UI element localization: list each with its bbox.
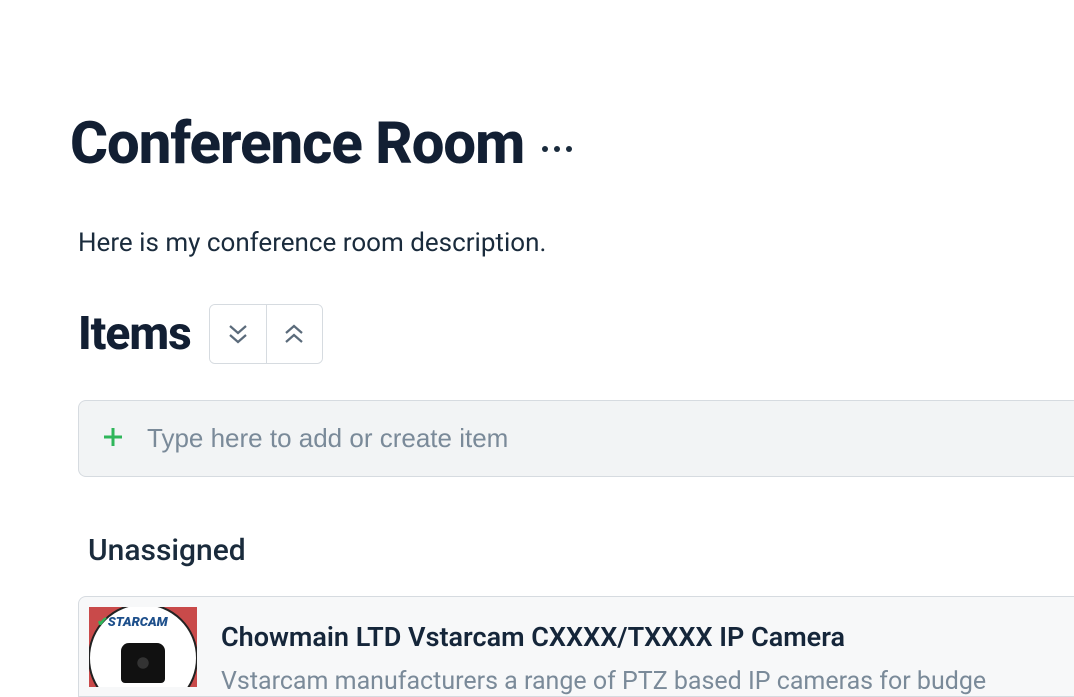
more-menu-icon[interactable]	[542, 136, 572, 152]
item-title: Chowmain LTD Vstarcam CXXXX/TXXXX IP Cam…	[221, 621, 986, 653]
item-description: Vstarcam manufacturers a range of PTZ ba…	[221, 667, 986, 696]
page-description: Here is my conference room description.	[78, 228, 1074, 258]
double-chevron-down-icon	[227, 322, 249, 346]
plus-icon	[101, 425, 125, 453]
thumb-brand-text: STARCAM	[108, 615, 168, 630]
page-title: Conference Room	[70, 110, 524, 178]
double-chevron-up-icon	[283, 322, 305, 346]
list-item[interactable]: ✔STARCAM Chowmain LTD Vstarcam CXXXX/TXX…	[78, 596, 1074, 697]
section-unassigned-label: Unassigned	[88, 533, 1074, 568]
items-heading: Items	[78, 307, 191, 361]
expand-all-button[interactable]	[210, 305, 266, 363]
collapse-all-button[interactable]	[266, 305, 322, 363]
item-thumbnail: ✔STARCAM	[89, 607, 197, 687]
add-item-input[interactable]	[147, 423, 1052, 454]
add-item-bar[interactable]	[78, 400, 1074, 477]
expand-collapse-group	[209, 304, 323, 364]
